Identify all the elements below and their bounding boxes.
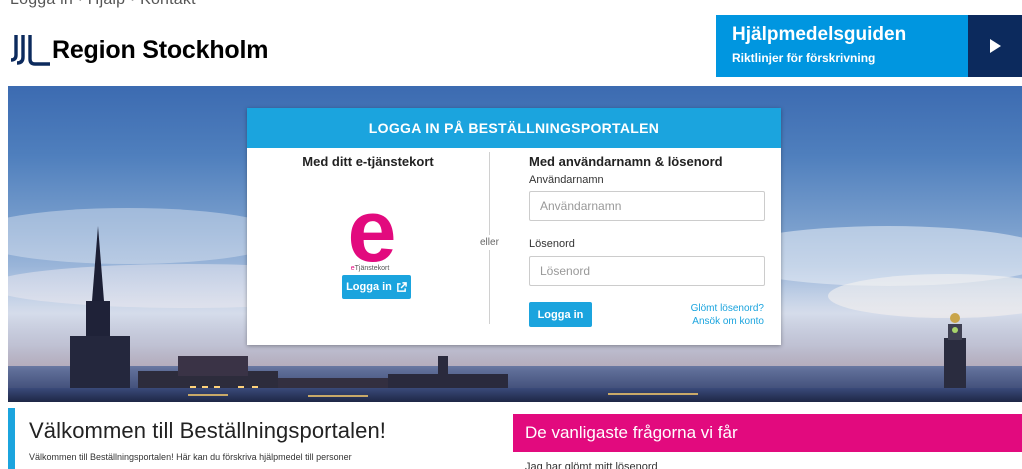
region-logo-text: Region Stockholm xyxy=(52,35,269,64)
etjanstekort-login-button[interactable]: Logga in xyxy=(342,275,411,299)
apply-account-link[interactable]: Ansök om konto xyxy=(692,316,764,327)
external-link-icon xyxy=(397,281,407,292)
username-label: Användarnamn xyxy=(529,174,604,186)
etjanstekort-login-label: Logga in xyxy=(346,281,392,293)
welcome-title: Välkommen till Beställningsportalen! xyxy=(29,418,386,443)
login-card-header: LOGGA IN PÅ BESTÄLLNINGSPORTALEN xyxy=(247,108,781,148)
play-arrow-icon xyxy=(990,39,1001,53)
login-button[interactable]: Logga in xyxy=(529,302,592,327)
etjanstekort-logo-caption: eTjänstekort xyxy=(335,265,405,272)
guide-arrow-button[interactable] xyxy=(968,15,1022,77)
credentials-title: Med användarnamn & lösenord xyxy=(529,154,723,169)
faq-header: De vanligaste frågorna vi får xyxy=(513,414,1022,452)
forgot-password-link[interactable]: Glömt lösenord? xyxy=(691,303,764,314)
region-logo[interactable]: Region Stockholm xyxy=(8,30,268,70)
welcome-text: Välkommen till Beställningsportalen! Här… xyxy=(29,452,352,462)
faq-item-text: Jag har glömt mitt lösenord xyxy=(525,461,658,469)
etjanstekort-logo-letter: e xyxy=(347,181,397,280)
top-nav-text: Logga in · Hjälp · Kontakt xyxy=(10,0,196,9)
username-input[interactable] xyxy=(529,191,765,221)
guide-subtitle: Riktlinjer för förskrivning xyxy=(732,51,876,65)
welcome-section: Välkommen till Beställningsportalen! Väl… xyxy=(8,408,508,469)
top-nav-cut: Logga in · Hjälp · Kontakt xyxy=(0,0,280,12)
etjanstekort-title: Med ditt e-tjänstekort xyxy=(302,154,434,169)
etjanstekort-column: Med ditt e-tjänstekort e eTjänstekort Lo… xyxy=(247,148,489,345)
faq-item[interactable]: Jag har glömt mitt lösenord xyxy=(525,461,825,469)
region-logo-mark-icon xyxy=(10,35,50,66)
guide-title: Hjälpmedelsguiden xyxy=(732,24,907,45)
login-card: LOGGA IN PÅ BESTÄLLNINGSPORTALEN Med dit… xyxy=(247,108,781,345)
guide-banner[interactable]: Hjälpmedelsguiden Riktlinjer för förskri… xyxy=(716,15,1022,77)
etjanstekort-logo: e eTjänstekort xyxy=(335,181,405,280)
guide-banner-body: Hjälpmedelsguiden Riktlinjer för förskri… xyxy=(716,15,968,77)
password-input[interactable] xyxy=(529,256,765,286)
password-label: Lösenord xyxy=(529,238,575,250)
etjanstekort-logo-caption-word: Tjänstekort xyxy=(354,265,390,272)
or-separator: eller xyxy=(480,235,499,250)
credentials-column: Med användarnamn & lösenord Användarnamn… xyxy=(529,148,769,345)
